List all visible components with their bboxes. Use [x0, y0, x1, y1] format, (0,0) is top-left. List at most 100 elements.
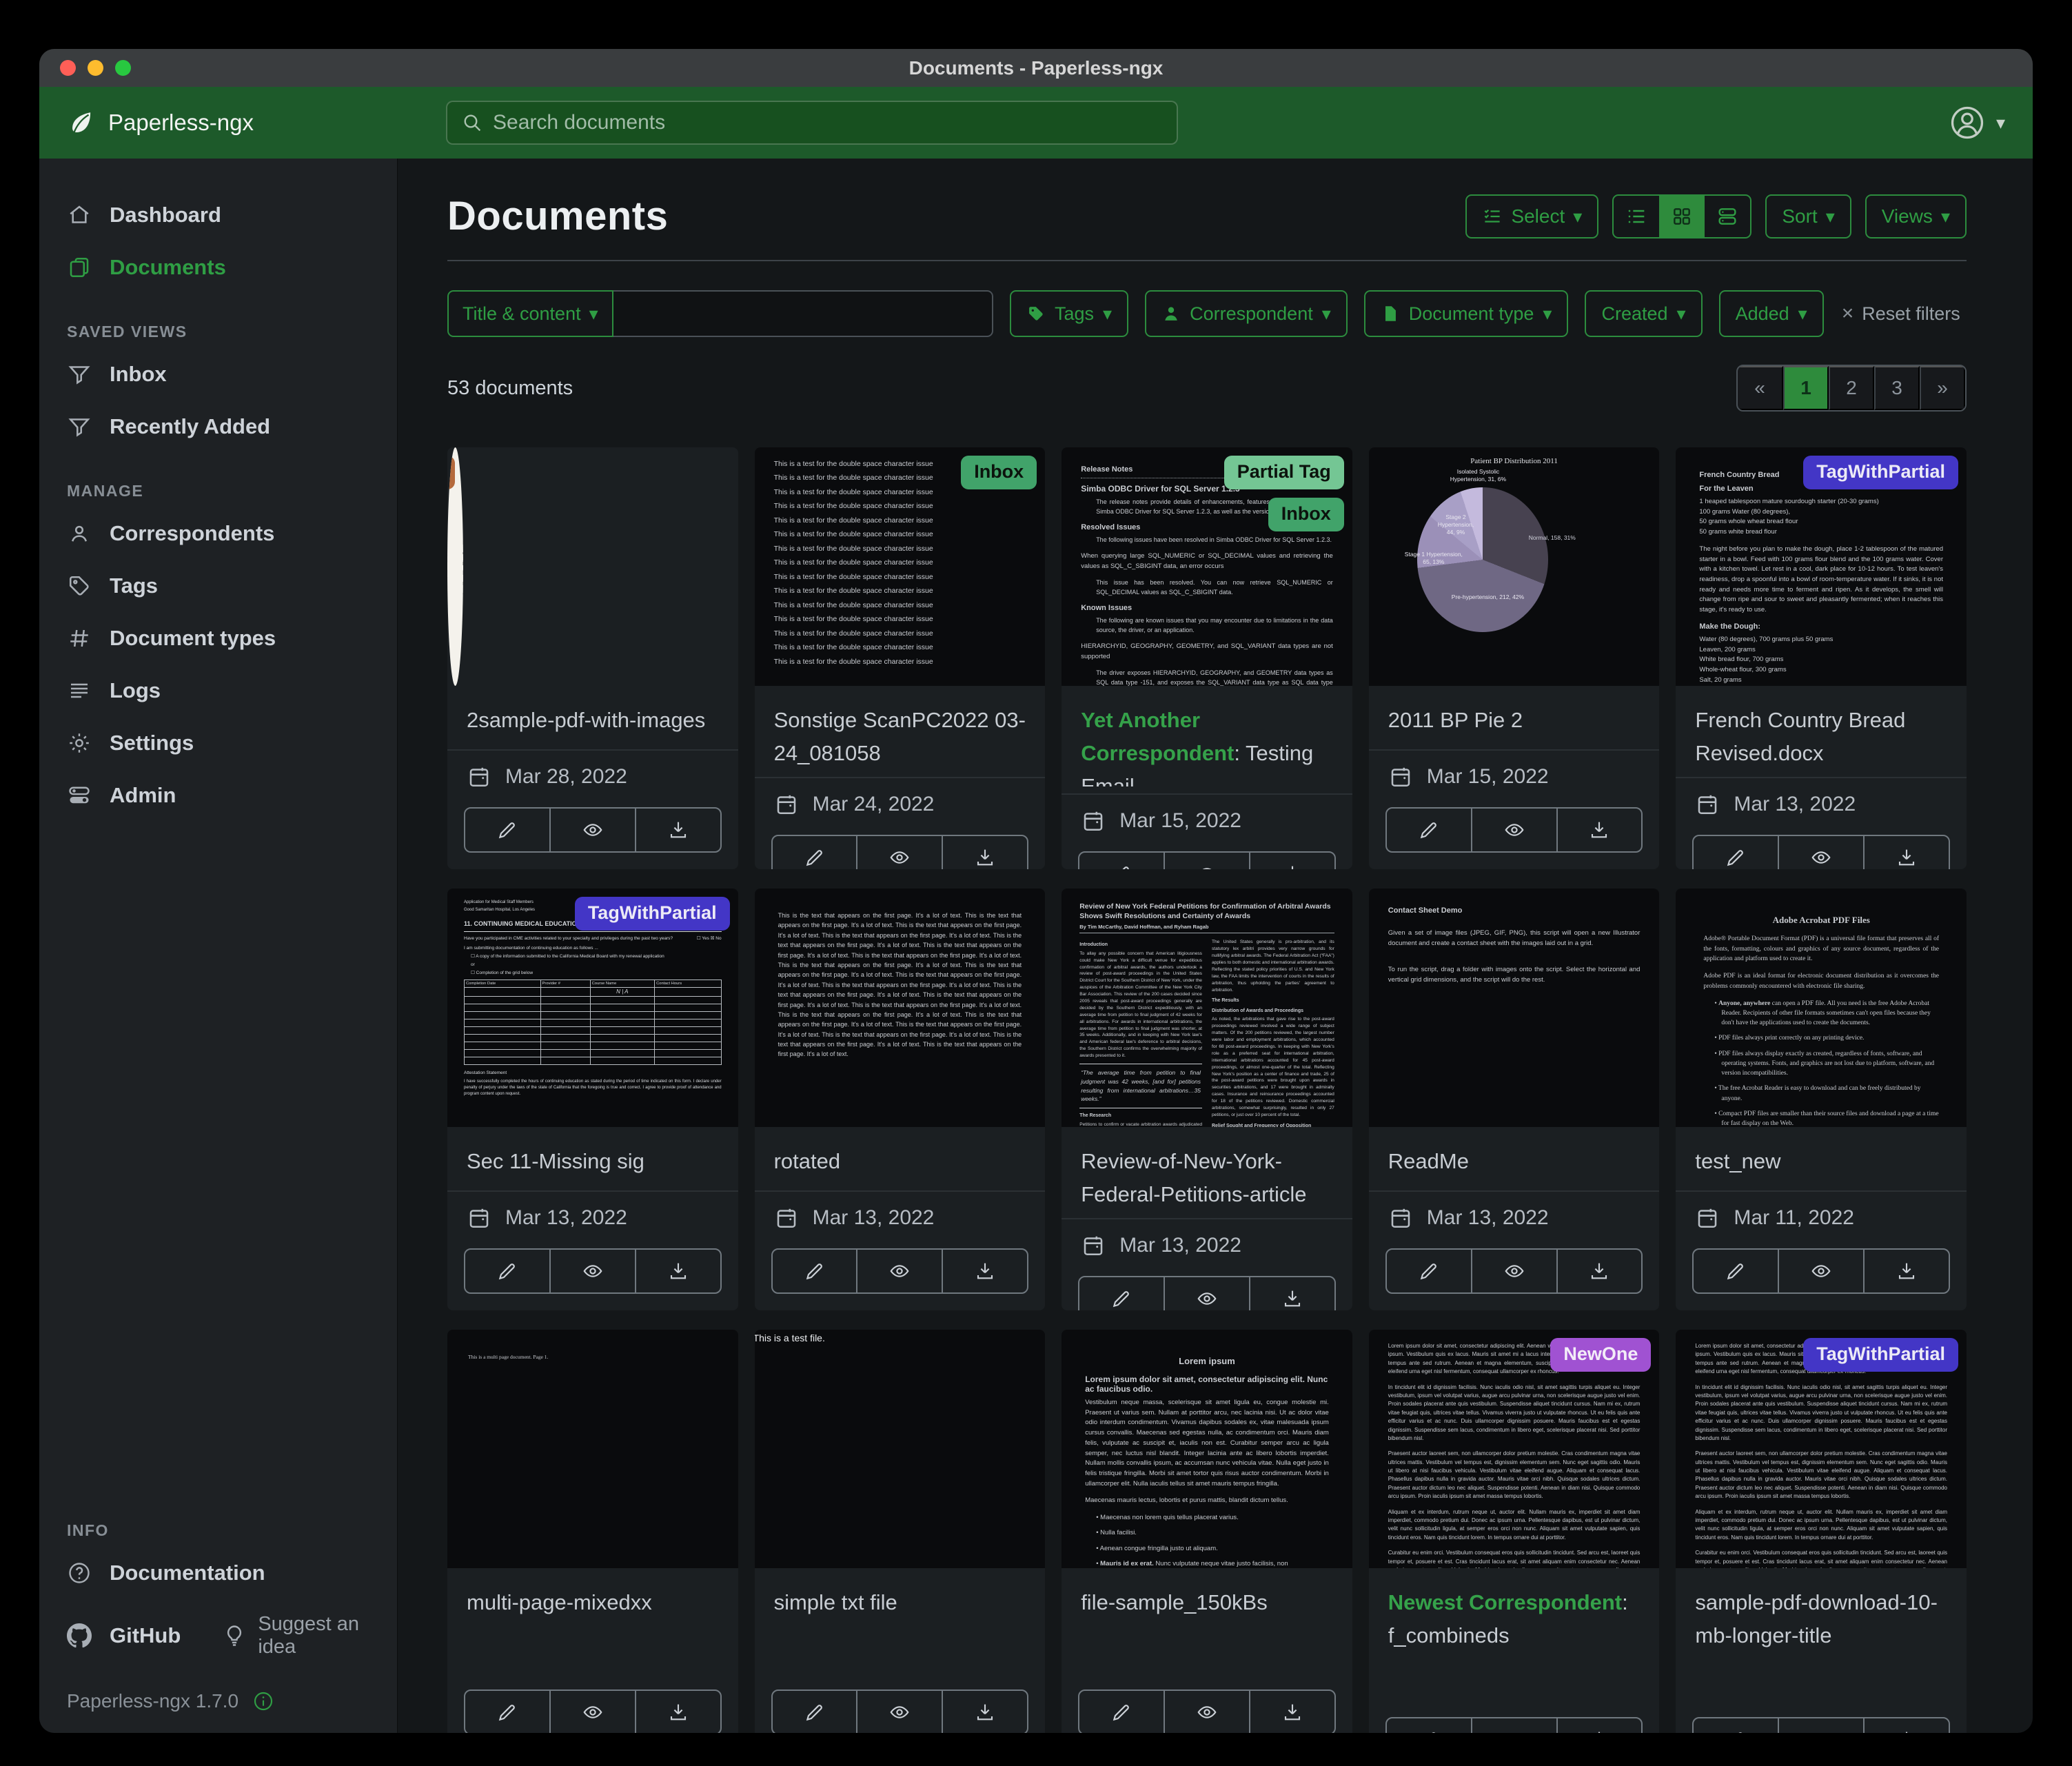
- document-card[interactable]: This is a test for the double space char…: [755, 447, 1046, 869]
- search-input[interactable]: [493, 111, 1163, 134]
- view-button[interactable]: [1164, 853, 1249, 869]
- document-card[interactable]: This is a multi page document. Page 1. m…: [447, 1330, 738, 1733]
- select-button[interactable]: Select▾: [1465, 194, 1598, 238]
- document-title[interactable]: file-sample_150kBs: [1081, 1586, 1333, 1619]
- edit-button[interactable]: [773, 1691, 857, 1733]
- document-card[interactable]: Contact Sheet DemoGiven a set of image f…: [1369, 889, 1660, 1310]
- tag-badge[interactable]: Inbox: [1268, 498, 1344, 531]
- document-card[interactable]: Lorem ipsumLorem ipsum dolor sit amet, c…: [1062, 1330, 1352, 1733]
- document-thumbnail[interactable]: Application for Medical Staff MembersGoo…: [447, 889, 738, 1127]
- edit-button[interactable]: [465, 1250, 549, 1292]
- download-button[interactable]: [635, 1691, 720, 1733]
- sidebar-item-logs[interactable]: Logs: [39, 664, 397, 717]
- info-icon[interactable]: [252, 1690, 274, 1712]
- edit-button[interactable]: [773, 836, 857, 869]
- view-button[interactable]: [549, 1250, 635, 1292]
- document-type-filter-button[interactable]: Document type▾: [1364, 290, 1569, 337]
- document-title[interactable]: ReadMe: [1388, 1145, 1641, 1178]
- document-title[interactable]: Sonstige ScanPC2022 03-24_081058: [774, 704, 1026, 770]
- edit-button[interactable]: [773, 1250, 857, 1292]
- list-view-button[interactable]: [1614, 196, 1659, 237]
- document-card[interactable]: Patient BP Distribution 2011Isolated Sys…: [1369, 447, 1660, 869]
- document-title[interactable]: Newest Correspondent: f_combineds: [1388, 1586, 1641, 1652]
- view-button[interactable]: [1778, 1718, 1863, 1733]
- download-button[interactable]: [942, 1250, 1027, 1292]
- correspondent-name[interactable]: Newest Correspondent: [1388, 1590, 1622, 1614]
- edit-button[interactable]: [1694, 1250, 1778, 1292]
- added-filter-button[interactable]: Added▾: [1719, 290, 1824, 337]
- document-card[interactable]: French Country BreadFor the Leaven1 heap…: [1676, 447, 1967, 869]
- document-card[interactable]: This is the text that appears on the fir…: [755, 889, 1046, 1310]
- sidebar-item-documentation[interactable]: Documentation: [39, 1547, 397, 1599]
- download-button[interactable]: [1556, 1718, 1642, 1733]
- document-title[interactable]: 2011 BP Pie 2: [1388, 704, 1641, 737]
- sidebar-item-document-types[interactable]: Document types: [39, 612, 397, 664]
- document-card[interactable]: Review of New York Federal Petitions for…: [1062, 889, 1352, 1310]
- document-title[interactable]: Sec 11-Missing sig: [467, 1145, 719, 1178]
- document-card[interactable]: Boundary Waters TripSix days in BWCA— Da…: [447, 447, 738, 869]
- download-button[interactable]: [635, 809, 720, 851]
- pagination-page-3[interactable]: 3: [1874, 366, 1920, 410]
- document-title[interactable]: sample-pdf-download-10-mb-longer-title: [1695, 1586, 1947, 1652]
- document-thumbnail[interactable]: Boundary Waters TripSix days in BWCA— Da…: [447, 447, 463, 686]
- document-title[interactable]: 2sample-pdf-with-images: [467, 704, 719, 737]
- document-thumbnail[interactable]: Review of New York Federal Petitions for…: [1062, 889, 1352, 1127]
- download-button[interactable]: [942, 1691, 1027, 1733]
- pagination-next[interactable]: »: [1920, 366, 1965, 410]
- edit-button[interactable]: [1079, 853, 1164, 869]
- tag-badge[interactable]: Partial Tag: [1224, 456, 1344, 489]
- zoom-window-button[interactable]: [115, 60, 131, 76]
- sidebar-item-dashboard[interactable]: Dashboard: [39, 189, 397, 241]
- sort-button[interactable]: Sort▾: [1765, 194, 1851, 238]
- document-thumbnail[interactable]: This is a test file.: [755, 1330, 1046, 1568]
- created-filter-button[interactable]: Created▾: [1585, 290, 1702, 337]
- tag-badge[interactable]: Another Sample Tag: [447, 456, 455, 489]
- user-menu[interactable]: ▾: [1948, 103, 2005, 142]
- document-thumbnail[interactable]: French Country BreadFor the Leaven1 heap…: [1676, 447, 1967, 686]
- tag-badge[interactable]: TagWithPartial: [1803, 1338, 1958, 1372]
- document-thumbnail[interactable]: Contact Sheet DemoGiven a set of image f…: [1369, 889, 1660, 1127]
- detail-view-button[interactable]: [1705, 196, 1750, 237]
- tags-filter-button[interactable]: Tags▾: [1010, 290, 1128, 337]
- view-button[interactable]: [1471, 1718, 1556, 1733]
- title-content-dropdown[interactable]: Title & content▾: [447, 290, 613, 337]
- edit-button[interactable]: [465, 1691, 549, 1733]
- edit-button[interactable]: [1079, 1691, 1164, 1733]
- document-card[interactable]: This is a test file. simple txt file: [755, 1330, 1046, 1733]
- sidebar-item-github[interactable]: GitHub: [39, 1610, 208, 1662]
- edit-button[interactable]: [1387, 1718, 1471, 1733]
- download-button[interactable]: [1863, 836, 1949, 869]
- document-title[interactable]: French Country Bread Revised.docx: [1695, 704, 1947, 770]
- view-button[interactable]: [1778, 1250, 1863, 1292]
- edit-button[interactable]: [1694, 836, 1778, 869]
- document-title[interactable]: Review-of-New-York-Federal-Petitions-art…: [1081, 1145, 1333, 1211]
- document-card[interactable]: Lorem ipsum dolor sit amet, consectetur …: [1369, 1330, 1660, 1733]
- tag-badge[interactable]: NewOne: [1550, 1338, 1651, 1372]
- tag-badge[interactable]: TagWithPartial: [1803, 456, 1958, 489]
- download-button[interactable]: [635, 1250, 720, 1292]
- edit-button[interactable]: [1079, 1277, 1164, 1310]
- grid-view-button[interactable]: [1659, 196, 1705, 237]
- view-button[interactable]: [549, 1691, 635, 1733]
- download-button[interactable]: [1249, 1277, 1334, 1310]
- document-thumbnail[interactable]: Release NotesSimba ODBC Driver for SQL S…: [1062, 447, 1352, 686]
- download-button[interactable]: [1249, 1691, 1334, 1733]
- document-card[interactable]: Release NotesSimba ODBC Driver for SQL S…: [1062, 447, 1352, 869]
- pagination-page-1[interactable]: 1: [1783, 366, 1829, 410]
- document-thumbnail[interactable]: Lorem ipsum dolor sit amet, consectetur …: [1369, 1330, 1660, 1568]
- document-title[interactable]: multi-page-mixedxx: [467, 1586, 719, 1619]
- download-button[interactable]: [1556, 1250, 1642, 1292]
- document-thumbnail[interactable]: This is a multi page document. Page 1.: [447, 1330, 738, 1568]
- reset-filters-button[interactable]: × Reset filters: [1842, 302, 1960, 325]
- download-button[interactable]: [1556, 809, 1642, 851]
- view-button[interactable]: [856, 1250, 942, 1292]
- edit-button[interactable]: [1387, 809, 1471, 851]
- sidebar-item-correspondents[interactable]: Correspondents: [39, 507, 397, 560]
- sidebar-item-documents[interactable]: Documents: [39, 241, 397, 294]
- view-button[interactable]: [856, 1691, 942, 1733]
- close-window-button[interactable]: [60, 60, 76, 76]
- document-card[interactable]: Lorem ipsum dolor sit amet, consectetur …: [1676, 1330, 1967, 1733]
- view-button[interactable]: [1164, 1691, 1249, 1733]
- document-title[interactable]: test_new: [1695, 1145, 1947, 1178]
- document-thumbnail[interactable]: Lorem ipsumLorem ipsum dolor sit amet, c…: [1062, 1330, 1352, 1568]
